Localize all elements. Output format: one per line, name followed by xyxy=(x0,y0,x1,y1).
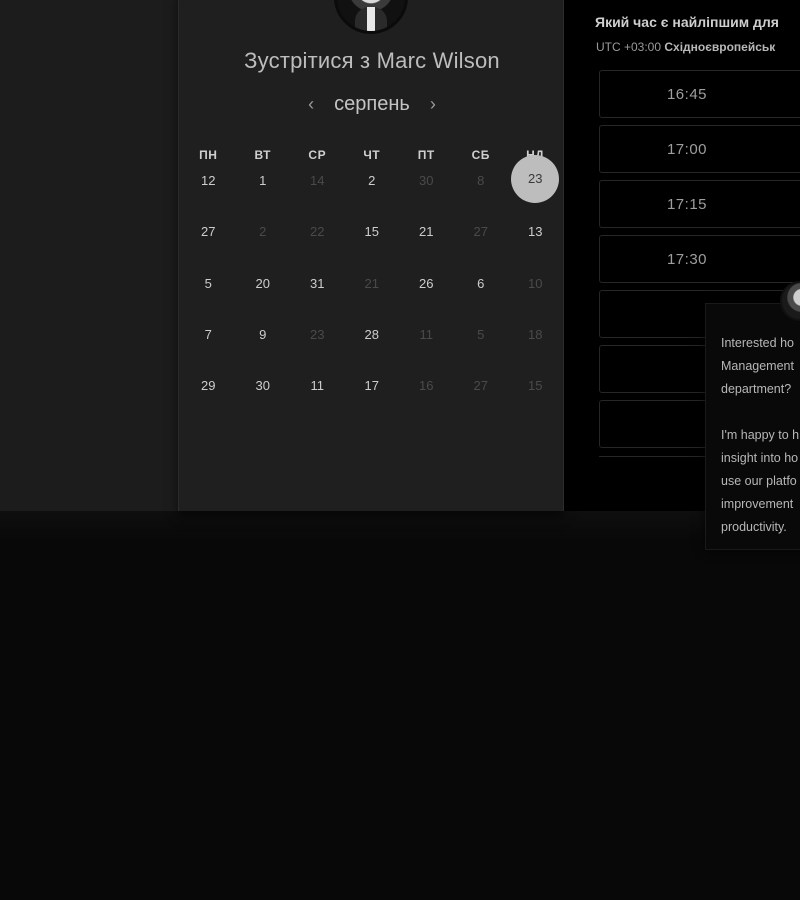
day-number: 20 xyxy=(255,275,270,291)
day-number: 11 xyxy=(419,327,434,343)
page-shadow xyxy=(0,511,800,541)
day-number: 22 xyxy=(310,224,325,240)
day-number: 17 xyxy=(364,378,379,394)
day-number: 8 xyxy=(477,173,485,189)
chevron-right-icon[interactable]: › xyxy=(424,94,442,115)
day-number: 6 xyxy=(477,275,485,291)
calendar-day[interactable]: 15 xyxy=(345,206,400,257)
calendar-day[interactable]: 27 xyxy=(181,206,236,257)
day-number: 2 xyxy=(259,224,267,240)
calendar-day[interactable]: 28 xyxy=(345,309,400,360)
timezone-offset: UTC +03:00 xyxy=(596,40,665,54)
timezone-name: Східноєвропейськ xyxy=(664,40,776,54)
day-number: 28 xyxy=(364,327,379,343)
meeting-title: Зустрітися з Marc Wilson xyxy=(244,48,500,73)
calendar-day: 22 xyxy=(290,206,345,257)
day-number: 27 xyxy=(473,378,488,394)
calendar-day: 15 xyxy=(508,360,563,411)
day-number: 21 xyxy=(419,224,434,240)
calendar-card: Зустрітися з Marc Wilson ‹ серпень › ПН В… xyxy=(178,0,564,511)
time-question: Який час є найліпшим для xyxy=(595,14,779,30)
day-number: 18 xyxy=(528,327,543,343)
avatar-shirt xyxy=(367,7,375,31)
time-slot-button[interactable]: 17:00 xyxy=(599,125,800,173)
calendar-day[interactable]: 6 xyxy=(454,258,509,309)
day-number: 30 xyxy=(419,173,434,189)
day-number: 15 xyxy=(528,378,543,394)
day-number: 5 xyxy=(204,275,212,291)
calendar-day[interactable]: 2 xyxy=(345,155,400,206)
day-number: 29 xyxy=(201,378,216,394)
day-number: 1 xyxy=(259,173,267,189)
calendar-day[interactable]: 7 xyxy=(181,309,236,360)
day-number: 27 xyxy=(201,224,216,240)
calendar-day: 10 xyxy=(508,258,563,309)
calendar-day[interactable]: 21 xyxy=(399,206,454,257)
time-slot-button[interactable]: 17:15 xyxy=(599,180,800,228)
day-number: 27 xyxy=(473,224,488,240)
day-number: 26 xyxy=(419,275,434,291)
calendar-day[interactable]: 13 xyxy=(508,206,563,257)
calendar-day: 5 xyxy=(454,309,509,360)
day-number: 9 xyxy=(259,327,267,343)
day-number: 30 xyxy=(255,378,270,394)
calendar-day: 11 xyxy=(399,309,454,360)
day-number: 31 xyxy=(310,275,325,291)
day-number: 10 xyxy=(528,275,543,291)
calendar-day[interactable]: 26 xyxy=(399,258,454,309)
chat-message: Interested ho Management department? I'm… xyxy=(721,336,800,534)
calendar-day: 27 xyxy=(454,360,509,411)
day-number: 12 xyxy=(201,173,216,189)
month-navigation: ‹ серпень › xyxy=(179,92,565,116)
chat-popup[interactable]: Interested ho Management department? I'm… xyxy=(705,303,800,550)
day-number: 16 xyxy=(419,378,434,394)
timezone-label[interactable]: UTC +03:00 Східноєвропейськ xyxy=(596,40,775,54)
calendar-day: 18 xyxy=(508,309,563,360)
calendar-day: 27 xyxy=(454,206,509,257)
day-number: 11 xyxy=(310,378,325,394)
calendar-day: 8 xyxy=(454,155,509,206)
calendar-day-selected[interactable]: 23 xyxy=(508,154,563,206)
calendar-day[interactable]: 31 xyxy=(290,258,345,309)
calendar-grid: 12 1 14 2 30 8 23 27 2 22 15 21 27 13 5 20 31 21 26 6 10 7 9 23… xyxy=(181,154,563,411)
calendar-day: 21 xyxy=(345,258,400,309)
day-number: 5 xyxy=(477,327,485,343)
calendar-day[interactable]: 9 xyxy=(236,309,291,360)
day-number: 14 xyxy=(310,173,325,189)
month-label: серпень xyxy=(334,92,410,115)
calendar-day: 23 xyxy=(290,309,345,360)
day-number: 21 xyxy=(364,275,379,291)
calendar-day[interactable]: 12 xyxy=(181,155,236,206)
day-number: 13 xyxy=(528,224,543,240)
calendar-day[interactable]: 1 xyxy=(236,155,291,206)
day-number: 2 xyxy=(368,173,376,189)
calendar-day: 16 xyxy=(399,360,454,411)
calendar-day: 30 xyxy=(399,155,454,206)
calendar-day[interactable]: 30 xyxy=(236,360,291,411)
calendar-day: 14 xyxy=(290,155,345,206)
day-number: 15 xyxy=(364,224,379,240)
calendar-day[interactable]: 17 xyxy=(345,360,400,411)
calendar-day[interactable]: 11 xyxy=(290,360,345,411)
calendar-day: 2 xyxy=(236,206,291,257)
day-number: 7 xyxy=(204,327,212,343)
calendar-day[interactable]: 20 xyxy=(236,258,291,309)
day-number: 23 xyxy=(511,154,560,203)
chevron-left-icon[interactable]: ‹ xyxy=(302,94,320,115)
time-slot-button[interactable]: 16:45 xyxy=(599,70,800,118)
host-avatar xyxy=(334,0,408,34)
day-number: 23 xyxy=(310,327,325,343)
calendar-day[interactable]: 29 xyxy=(181,360,236,411)
time-slot-button[interactable]: 17:30 xyxy=(599,235,800,283)
calendar-day[interactable]: 5 xyxy=(181,258,236,309)
